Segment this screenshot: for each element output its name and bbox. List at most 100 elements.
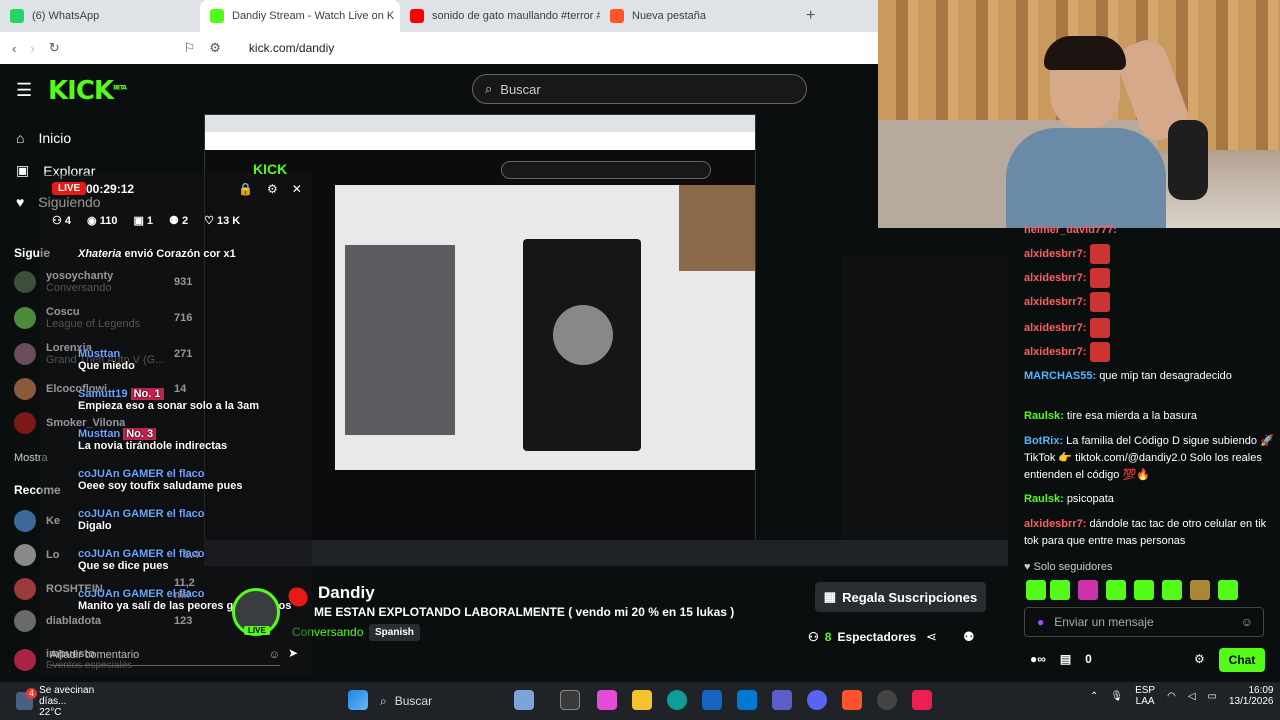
emoji-icon[interactable]: ☺ — [269, 649, 280, 661]
gift-alert: Xhateria envió Corazón cor x1 — [78, 248, 236, 260]
emote-icon[interactable] — [1190, 580, 1210, 600]
emote-icon[interactable] — [1134, 580, 1154, 600]
tab-label: (6) WhatsApp — [32, 10, 100, 22]
chat-message: BotRix: La familia del Código D sigue su… — [1024, 435, 1274, 481]
live-timer: 00:29:12 — [86, 182, 135, 196]
emote-icon[interactable] — [1218, 580, 1238, 600]
weather-widget[interactable]: 4 Se avecinan días... 22°C — [0, 682, 120, 720]
site-info-icon[interactable]: ⚙ — [209, 40, 221, 56]
search-input[interactable]: ⌕ Buscar — [472, 74, 807, 104]
kick-logo[interactable]: KICKBETA — [48, 76, 127, 106]
emote-icon[interactable] — [1106, 580, 1126, 600]
chat-send-button[interactable]: Chat — [1219, 648, 1265, 672]
tab-label: Dandiy Stream - Watch Live on K — [232, 10, 395, 22]
wifi-icon[interactable]: ◠ — [1167, 691, 1176, 702]
menu-icon[interactable]: ☰ — [16, 80, 32, 101]
nested-search — [501, 161, 711, 179]
heart-icon: ♥ — [16, 194, 25, 210]
emote-icon — [1090, 342, 1111, 362]
teams-icon[interactable] — [772, 690, 792, 710]
weather-icon: 4 — [16, 688, 38, 710]
reload-icon[interactable]: ↻ — [49, 40, 60, 56]
clock[interactable]: 16:09 13/1/2026 — [1229, 685, 1274, 707]
overlay-message: Samutt19 No. 1 Empieza eso a sonar solo a… — [78, 388, 259, 412]
mic-icon[interactable]: 🎙 — [1110, 691, 1123, 702]
overlay-message: Musttan No. 3 La novia tirándole indirect… — [78, 428, 228, 452]
nav-home[interactable]: ⌂ Inicio — [16, 130, 71, 146]
emote-icon[interactable] — [1078, 580, 1098, 600]
avatar-live-badge: LIVE — [244, 626, 270, 635]
mic-icon[interactable]: ● — [1037, 615, 1044, 629]
avatar — [14, 510, 36, 532]
gear-icon[interactable]: ⚙ — [267, 182, 278, 196]
points-count: 0 — [1085, 652, 1092, 666]
follow-user-icon[interactable]: ⚉ — [963, 629, 975, 645]
whatsapp-icon — [10, 9, 24, 23]
forward-icon[interactable]: › — [30, 41, 34, 56]
volume-icon[interactable]: ◁ — [1188, 691, 1196, 702]
search-icon: ⌕ — [380, 693, 387, 708]
send-icon[interactable]: ➤ — [288, 646, 298, 660]
tab-kick[interactable]: Dandiy Stream - Watch Live on K✕ — [200, 0, 400, 32]
channel-points-icon[interactable]: ●∞ — [1030, 652, 1046, 666]
url-field[interactable]: kick.com/dandiy — [249, 41, 334, 55]
subs-stat: ▣ 1 — [133, 215, 154, 227]
emoji-icon[interactable]: ☺ — [1241, 615, 1253, 629]
start-icon[interactable] — [348, 690, 368, 710]
chevron-up-icon[interactable]: ⌃ — [1090, 691, 1098, 702]
battery-icon[interactable]: ▭ — [1208, 691, 1217, 702]
obs-icon[interactable] — [877, 690, 897, 710]
live-badge: LIVE — [52, 182, 87, 195]
widgets-icon[interactable] — [514, 690, 534, 710]
tab-youtube[interactable]: sonido de gato maullando #terror # — [400, 0, 600, 32]
language-tag[interactable]: Spanish — [369, 624, 420, 641]
language-indicator[interactable]: ESP LAA — [1135, 685, 1155, 707]
gift-icon[interactable]: ▤ — [1060, 652, 1071, 666]
nested-overlay-panel — [345, 245, 455, 435]
emote-bar — [1026, 580, 1238, 600]
tab-whatsapp[interactable]: (6) WhatsApp — [0, 0, 200, 32]
nested-chat — [842, 255, 1008, 545]
share-icon[interactable]: ⋖ — [926, 629, 937, 645]
store-icon[interactable] — [702, 690, 722, 710]
gifts-stat: ⚉ 2 — [169, 215, 189, 227]
close-icon[interactable]: ✕ — [292, 182, 302, 196]
discord-icon[interactable] — [807, 690, 827, 710]
back-icon[interactable]: ‹ — [12, 41, 16, 56]
brave-icon[interactable] — [842, 690, 862, 710]
chat-message: Raulsk: psicopata — [1024, 493, 1114, 505]
person-shirt — [1006, 128, 1166, 228]
overlay-comment-input[interactable]: Añadir comentario ☺ — [50, 644, 280, 666]
emote-icon[interactable] — [1026, 580, 1046, 600]
edge-icon[interactable] — [667, 690, 687, 710]
stream-title: ME ESTAN EXPLOTANDO LABORALMENTE ( vendo… — [314, 605, 735, 619]
taskbar-search[interactable]: ⌕ Buscar — [380, 689, 500, 713]
emote-icon[interactable] — [1050, 580, 1070, 600]
copilot-icon[interactable] — [597, 690, 617, 710]
settings-icon[interactable]: ⚙ — [1194, 652, 1205, 666]
comment-placeholder: Añadir comentario — [50, 648, 140, 661]
tiktok-icon[interactable] — [912, 690, 932, 710]
new-tab-button[interactable]: + — [806, 7, 815, 25]
overlay-stats: ⚇ 4 ◉ 110 ▣ 1 ⚉ 2 ♡ 13 K — [52, 214, 240, 227]
lock-icon[interactable]: 🔒 — [238, 182, 253, 196]
mail-icon[interactable] — [737, 690, 757, 710]
emote-icon — [1090, 318, 1111, 338]
task-view-icon[interactable] — [560, 690, 580, 710]
file-explorer-icon[interactable] — [632, 690, 652, 710]
streamer-name[interactable]: Dandiy — [318, 583, 375, 603]
tab-new[interactable]: Nueva pestaña — [600, 0, 800, 32]
search-label: Buscar — [394, 694, 433, 708]
chat-message: Raulsk: tire esa mierda a la basura — [1024, 410, 1198, 422]
emote-icon — [1090, 244, 1111, 264]
overlay-message: Musttan Que miedo — [78, 348, 135, 372]
bookmark-icon[interactable]: ⚐ — [184, 40, 196, 56]
avatar — [14, 307, 36, 329]
followers-only-label: ♥ Solo seguidores — [1024, 561, 1113, 573]
search-placeholder: Buscar — [500, 81, 541, 97]
chat-input[interactable]: ● Enviar un mensaje ☺ — [1024, 607, 1264, 637]
emote-icon[interactable] — [1162, 580, 1182, 600]
person-hair — [1044, 36, 1126, 70]
eye-icon: ◉ — [87, 215, 100, 227]
gift-subs-button[interactable]: ▦ Regala Suscripciones — [815, 582, 986, 612]
